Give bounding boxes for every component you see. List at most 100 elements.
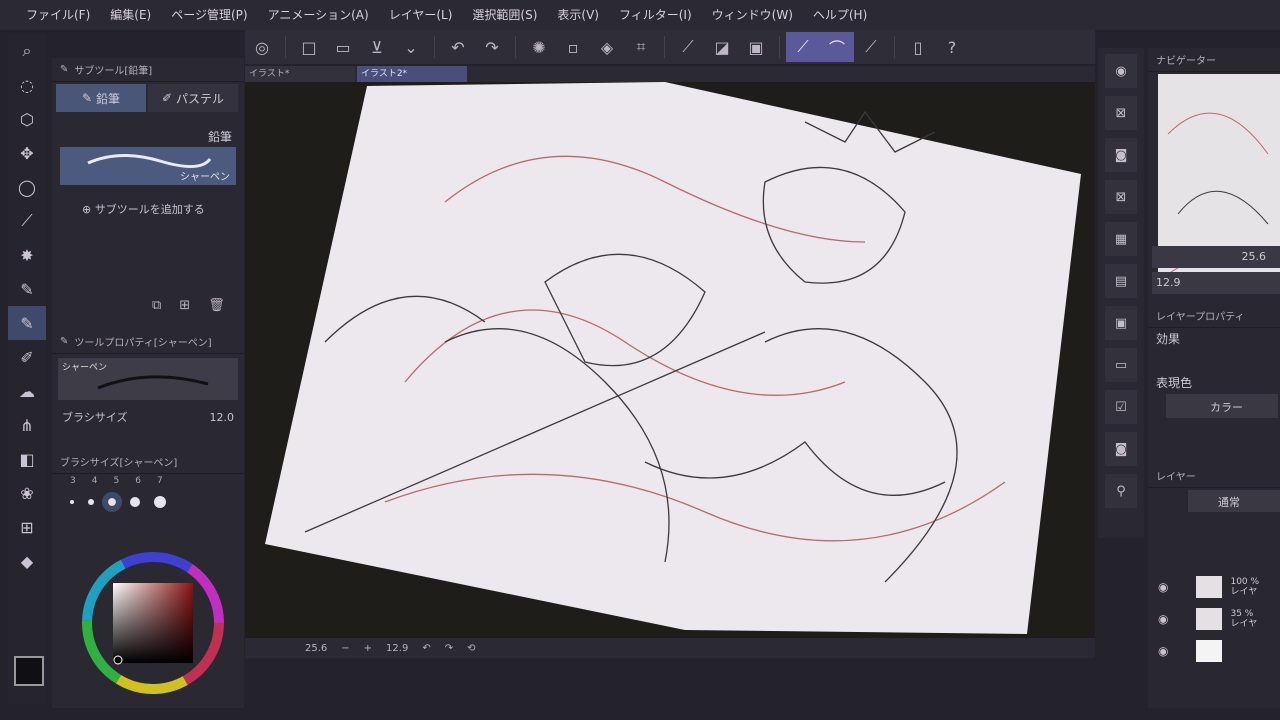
rotate-right-icon[interactable]: ↷ [445,643,453,654]
trash-icon[interactable]: 🗑 [208,298,225,313]
sub-tool-title: サブツール[鉛筆] [74,66,153,77]
layers-icon[interactable]: ▣ [1105,306,1137,340]
magic-wand-icon[interactable]: ✸ [8,238,46,272]
zoom-out-icon[interactable]: − [341,643,349,654]
size-preset[interactable] [154,496,166,508]
device-icon[interactable]: ▯ [901,32,935,62]
panel-icon[interactable]: ⊠ [1105,96,1137,130]
menu-animation[interactable]: アニメーション(A) [258,0,379,30]
stroke-icon[interactable]: ⌒ [820,32,854,62]
redo-icon[interactable]: ↷ [475,32,509,62]
add-sub-tool-button[interactable]: ⊕ サブツールを追加する [52,185,244,217]
navigator-zoom[interactable]: 25.6 [1152,246,1280,268]
stroke-preview: シャーペン [58,358,238,400]
navigator-icon[interactable]: ◉ [1105,54,1137,88]
fill-icon[interactable]: ◈ [590,32,624,62]
move-view-icon[interactable]: ◌ [8,68,46,102]
tab-illust-1[interactable]: イラスト* [245,66,355,82]
selected-brush[interactable]: シャーペン [60,147,236,185]
eraser-icon[interactable]: ◧ [8,442,46,476]
menu-layer[interactable]: レイヤー(L) [379,0,463,30]
zoom-value[interactable]: 25.6 [305,643,327,654]
pen-pressure-icon[interactable]: ⟋ [854,32,888,62]
divider [894,36,895,58]
menu-window[interactable]: ウィンドウ(W) [702,0,803,30]
object-icon[interactable]: ⬡ [8,102,46,136]
menu-edit[interactable]: 編集(E) [100,0,161,30]
undo-icon[interactable]: ↶ [441,32,475,62]
blend-mode-select[interactable]: 通常 [1188,490,1280,512]
menu-selection[interactable]: 選択範囲(S) [462,0,547,30]
color-wheel[interactable] [78,548,228,698]
size-preset[interactable] [130,497,140,507]
tab-illust-2[interactable]: イラスト2* [357,66,467,82]
move-layer-icon[interactable]: ✥ [8,136,46,170]
menu-file[interactable]: ファイル(F) [16,0,100,30]
rotated-canvas[interactable] [245,82,1095,638]
tab-pastel[interactable]: ✐ パステル [148,84,238,112]
figure-icon[interactable]: ⊞ [8,510,46,544]
decoration-icon[interactable]: ⋔ [8,408,46,442]
pattern-icon[interactable]: ▦ [1105,222,1137,256]
eye-icon[interactable]: ◉ [1158,580,1168,594]
brush-size-row[interactable]: ブラシサイズ 12.0 [52,404,244,430]
layer-row[interactable]: ◉ 100 % レイヤ [1148,572,1280,602]
menu-view[interactable]: 表示(V) [547,0,609,30]
eye-icon[interactable]: ◉ [1158,612,1168,626]
edit-icon[interactable]: ☑ [1105,390,1137,424]
navigator-rotation[interactable]: 12.9 [1152,272,1280,294]
canvas-area[interactable] [245,82,1095,638]
list-icon[interactable]: ▤ [1105,264,1137,298]
open-folder-icon[interactable]: ▭ [326,32,360,62]
size-preset-selected[interactable] [102,492,122,512]
transform-icon[interactable]: ⌗ [624,32,658,62]
brush-icon[interactable]: ✐ [8,340,46,374]
layer-row[interactable]: ◉ 35 % レイヤ [1148,604,1280,634]
help-icon[interactable]: ? [935,32,969,62]
app-logo-icon[interactable]: ◎ [245,32,279,62]
snap-grid-icon[interactable]: ▣ [739,32,773,62]
figure-icon[interactable]: ⚲ [1105,474,1137,508]
rotation-value[interactable]: 12.9 [386,643,408,654]
color-mode-select[interactable]: カラー [1166,394,1278,418]
tool-property-header: ✎ ツールプロパティ[シャーペン] [52,330,244,354]
folder-icon[interactable]: ▭ [1105,348,1137,382]
tab-pencil[interactable]: ✎ 鉛筆 [56,84,146,112]
menu-page[interactable]: ページ管理(P) [161,0,257,30]
eyedropper-icon[interactable]: ⟋ [8,204,46,238]
deselect-icon[interactable]: ✺ [522,32,556,62]
menu-help[interactable]: ヘルプ(H) [803,0,877,30]
reset-rotation-icon[interactable]: ⟲ [467,643,475,654]
copy-icon[interactable]: ⧉ [152,298,161,313]
pen-icon[interactable]: ✎ [8,272,46,306]
main-color-swatch[interactable] [14,656,44,686]
stabilizer-icon[interactable]: ⟋ [786,32,820,62]
new-file-icon[interactable]: □ [292,32,326,62]
save-icon[interactable]: ⊻ [360,32,394,62]
fill-bucket-icon[interactable]: ◆ [8,544,46,578]
pencil-icon[interactable]: ✎ [8,306,46,340]
camera-icon[interactable]: ◙ [1105,138,1137,172]
blend-icon[interactable]: ❀ [8,476,46,510]
brush-size-value[interactable]: 12.0 [210,411,235,424]
panel-icon[interactable]: ⊠ [1105,180,1137,214]
zoom-in-icon[interactable]: + [364,643,372,654]
layer-row[interactable]: ◉ [1148,636,1280,666]
size-preset[interactable] [70,500,74,504]
snap-off-icon[interactable]: ⟋ [671,32,705,62]
size-preset[interactable] [88,499,94,505]
zoom-icon[interactable]: ⌕ [8,34,46,68]
snap-ruler-icon[interactable]: ◪ [705,32,739,62]
menu-filter[interactable]: フィルター(I) [609,0,702,30]
chevron-down-icon[interactable]: ⌄ [394,32,428,62]
lasso-icon[interactable]: ◯ [8,170,46,204]
rotate-left-icon[interactable]: ↶ [422,643,430,654]
clear-icon[interactable]: ▫ [556,32,590,62]
airbrush-icon[interactable]: ☁ [8,374,46,408]
add-icon[interactable]: ⊞ [179,298,190,313]
selected-brush-name: シャーペン [180,172,230,183]
capture-icon[interactable]: ◙ [1105,432,1137,466]
add-sub-tool-label: サブツールを追加する [94,203,205,216]
pastel-icon: ✐ [161,91,173,105]
eye-icon[interactable]: ◉ [1158,644,1168,658]
